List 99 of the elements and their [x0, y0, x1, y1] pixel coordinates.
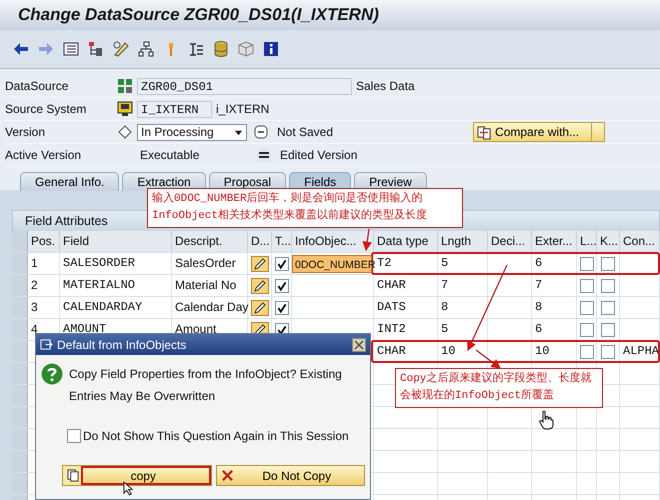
column-header[interactable]: L... — [577, 231, 597, 252]
question-icon — [41, 363, 63, 385]
table-cell: 8 — [532, 297, 577, 318]
equals-icon — [256, 147, 272, 163]
hand-cursor-icon — [538, 410, 554, 430]
datasource-field[interactable]: ZGR00_DS01 — [137, 78, 352, 94]
list-icon[interactable] — [62, 40, 80, 58]
table-cell: 5 — [438, 319, 488, 340]
column-header[interactable]: Data type — [374, 231, 438, 252]
table-cell: 7 — [532, 275, 577, 296]
section-title: Field Attributes — [25, 214, 108, 228]
cancel-button[interactable]: Do Not Copy — [216, 465, 365, 486]
checkbox[interactable] — [580, 256, 594, 270]
table-cell: 3 — [28, 297, 60, 318]
column-header[interactable]: Deci... — [488, 231, 532, 252]
pencil-icon[interactable] — [112, 40, 130, 58]
table-cell: Calendar Day — [172, 297, 248, 318]
table-cell: SalesOrder — [172, 253, 248, 274]
table-cell: 10 — [532, 341, 577, 362]
checkbox[interactable] — [601, 344, 615, 358]
field-label: Version — [5, 125, 46, 139]
table-cell: 5 — [438, 253, 488, 274]
table-cell: 7 — [438, 275, 488, 296]
version-dropdown[interactable]: In Processing — [137, 124, 247, 140]
window-icon — [40, 338, 53, 351]
cancel-icon — [220, 469, 234, 482]
field-label: DataSource — [5, 79, 70, 93]
version-status: Not Saved — [277, 125, 334, 139]
diamond-icon — [117, 124, 133, 140]
edit-icon[interactable] — [250, 278, 268, 294]
table-cell: ALPHA — [620, 341, 660, 362]
column-header[interactable]: D... — [248, 231, 272, 252]
hierarchy-icon[interactable] — [137, 40, 155, 58]
column-header[interactable]: K... — [597, 231, 620, 252]
table-cell: INT2 — [374, 319, 438, 340]
annotation-callout: 输入0DOC_NUMBER后回车，则是会询问是否使用输入的InfoObject相关技术类型来覆盖以前建议的类型及长度 — [147, 188, 463, 228]
table-cell: 2 — [28, 275, 60, 296]
datasource-icon — [117, 78, 133, 94]
checkbox[interactable] — [601, 256, 615, 270]
column-header[interactable]: Pos. — [28, 231, 60, 252]
table-cell: 6 — [532, 253, 577, 274]
info-icon[interactable] — [262, 40, 280, 58]
column-header[interactable]: Con... — [620, 231, 660, 252]
copy-icon — [67, 469, 80, 482]
checkbox[interactable] — [274, 256, 288, 270]
checkbox[interactable] — [601, 278, 615, 292]
tree-icon[interactable] — [87, 40, 105, 58]
compare-button[interactable]: Compare with... — [473, 122, 606, 142]
checkbox[interactable]: Do Not Show This Question Again in This Session — [67, 429, 365, 443]
caret-icon — [234, 128, 243, 136]
active-version-status: Edited Version — [280, 148, 358, 162]
checkbox[interactable] — [274, 278, 288, 292]
checkbox[interactable] — [274, 300, 288, 314]
table-cell: SALESORDER — [60, 253, 172, 274]
column-header[interactable]: Field — [60, 231, 172, 252]
datasource-description: Sales Data — [356, 79, 415, 93]
system-icon — [117, 101, 133, 117]
column-header[interactable]: T... — [272, 231, 292, 252]
source-system-description: i_IXTERN — [216, 102, 270, 116]
checkbox[interactable] — [580, 344, 594, 358]
cube-icon[interactable] — [237, 40, 255, 58]
checkbox[interactable] — [580, 278, 594, 292]
database-icon[interactable] — [212, 40, 230, 58]
checkbox[interactable] — [580, 300, 594, 314]
tab[interactable]: General Info. — [20, 172, 120, 191]
table-cell: 6 — [532, 319, 577, 340]
table-cell: CALENDARDAY — [60, 297, 172, 318]
dialog-message: Copy Field Properties from the InfoObject? Existing Entries May Be Overwritten — [69, 366, 343, 405]
window-title: Change DataSource ZGR00_DS01(I_IXTERN) — [18, 5, 379, 25]
close-icon[interactable] — [352, 338, 366, 352]
annotation-callout: Copy之后原来建议的字段类型、长度就会被现在的InfoObject所覆盖 — [395, 368, 603, 408]
table-cell: CHAR — [374, 341, 438, 362]
field-label: Active Version — [5, 148, 82, 162]
column-header[interactable]: Descript. — [172, 231, 248, 252]
column-header[interactable]: Lngth — [438, 231, 488, 252]
checkbox[interactable] — [601, 322, 615, 336]
copy-button[interactable]: copy — [62, 465, 212, 486]
forward-icon[interactable] — [37, 40, 55, 58]
checkbox[interactable] — [601, 300, 615, 314]
checkbox[interactable] — [580, 322, 594, 336]
table-cell: CHAR — [374, 275, 438, 296]
mouse-pointer-icon — [123, 481, 134, 496]
column-header[interactable]: Exter... — [532, 231, 577, 252]
table-cell: Material No — [172, 275, 248, 296]
arrow — [362, 228, 372, 252]
source-system-field[interactable]: I_IXTERN — [137, 100, 212, 118]
edit-icon[interactable] — [250, 300, 268, 316]
column-header[interactable]: InfoObjec... — [292, 231, 374, 252]
table-cell: MATERIALNO — [60, 275, 172, 296]
active-version-value: Executable — [139, 148, 200, 162]
status-icon — [253, 124, 269, 140]
table-cell: 1 — [28, 253, 60, 274]
compare-icon — [477, 124, 492, 140]
dialog-title: Default from InfoObjects — [57, 338, 186, 352]
table-cell: DATS — [374, 297, 438, 318]
field-label: Source System — [5, 102, 88, 116]
edit-icon[interactable] — [250, 256, 268, 272]
table-cell: 10 — [438, 341, 488, 362]
table-cell: 8 — [438, 297, 488, 318]
